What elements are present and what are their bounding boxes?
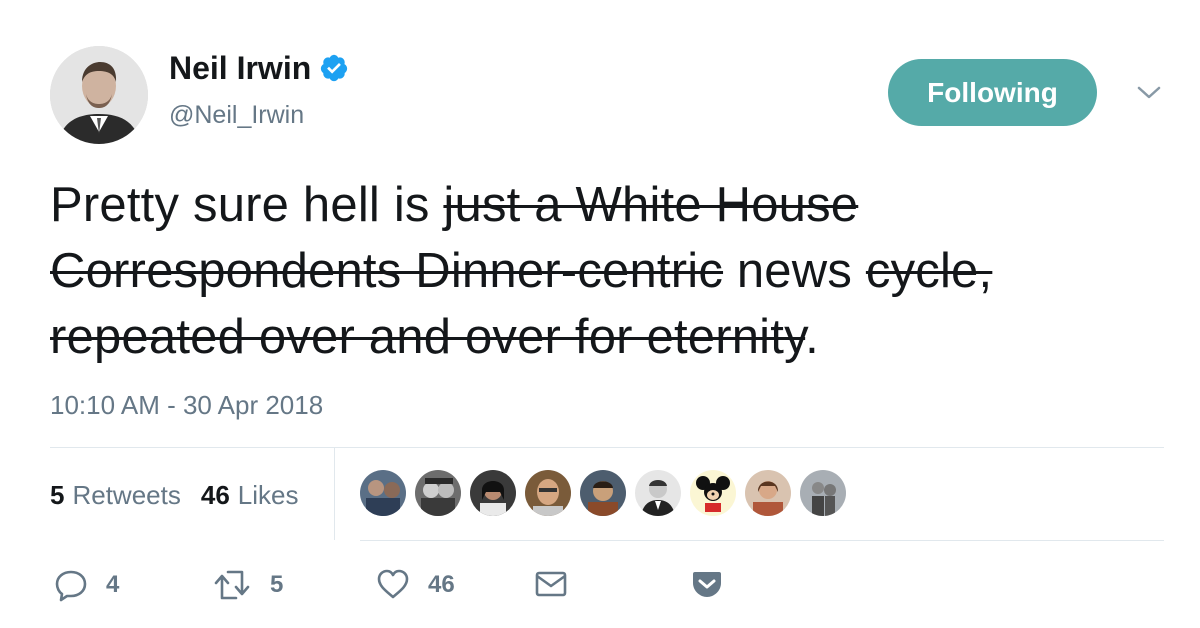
stats-divider	[334, 448, 335, 540]
tweet-text-segment: .	[805, 310, 819, 364]
direct-message-action[interactable]	[535, 570, 567, 598]
reply-action[interactable]: 4	[54, 568, 119, 602]
liker-avatar-7[interactable]	[690, 470, 736, 516]
pocket-action[interactable]	[692, 570, 722, 598]
liker-avatar-8[interactable]	[745, 470, 791, 516]
reply-icon	[54, 568, 88, 602]
user-handle[interactable]: @Neil_Irwin	[169, 103, 304, 128]
retweet-count: 5	[270, 571, 284, 598]
likes-count: 46	[200, 480, 230, 510]
envelope-icon	[535, 570, 567, 598]
user-name-row[interactable]: Neil Irwin	[169, 52, 349, 84]
heart-icon	[376, 568, 410, 602]
like-count: 46	[428, 571, 455, 598]
user-name[interactable]: Neil Irwin	[169, 52, 311, 84]
liker-avatar-4[interactable]	[525, 470, 571, 516]
pocket-icon	[692, 570, 722, 598]
liker-avatar-2[interactable]	[415, 470, 461, 516]
tweet-text: Pretty sure hell is just a White House C…	[50, 172, 1160, 370]
divider	[360, 540, 1164, 541]
tweet-text-segment: Pretty sure hell is	[50, 178, 444, 232]
likes-stat[interactable]: 46 Likes	[201, 480, 299, 511]
chevron-down-icon[interactable]	[1135, 83, 1163, 103]
retweets-label: Retweets	[72, 480, 181, 510]
tweet-timestamp[interactable]: 10:10 AM - 30 Apr 2018	[50, 390, 323, 421]
liker-avatars	[360, 470, 846, 516]
liker-avatar-1[interactable]	[360, 470, 406, 516]
retweet-icon	[212, 568, 252, 602]
retweet-action[interactable]: 5	[212, 568, 283, 602]
retweets-stat[interactable]: 5 Retweets	[50, 480, 181, 511]
profile-avatar[interactable]	[50, 46, 148, 144]
divider	[50, 447, 1164, 448]
verified-badge-icon	[319, 53, 349, 83]
liker-avatar-3[interactable]	[470, 470, 516, 516]
liker-avatar-6[interactable]	[635, 470, 681, 516]
likes-label: Likes	[237, 480, 299, 510]
tweet-stats: 5 Retweets 46 Likes	[50, 480, 298, 511]
liker-avatar-9[interactable]	[800, 470, 846, 516]
retweets-count: 5	[50, 480, 65, 510]
liker-avatar-5[interactable]	[580, 470, 626, 516]
tweet-text-segment: news	[723, 244, 866, 298]
like-action[interactable]: 46	[376, 568, 455, 602]
tweet-actions: 4 5 46	[50, 564, 750, 610]
reply-count: 4	[106, 571, 120, 598]
following-button[interactable]: Following	[888, 59, 1097, 126]
